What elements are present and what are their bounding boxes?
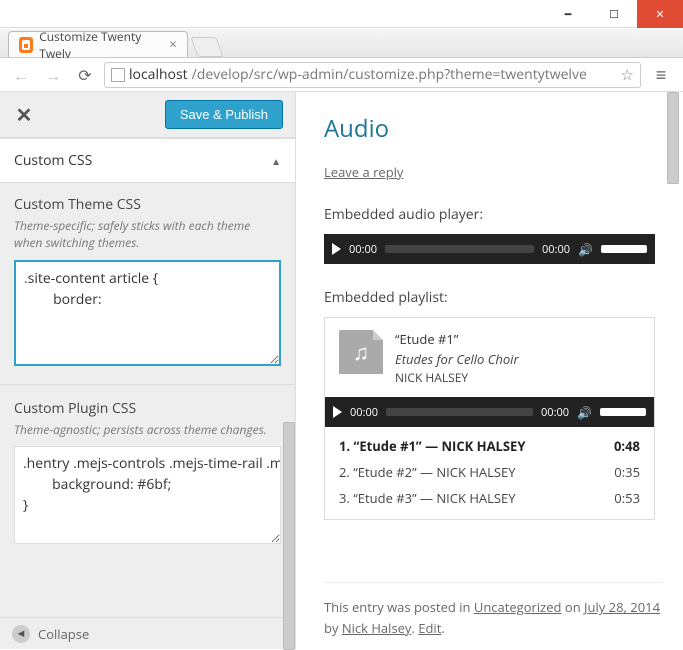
volume-slider[interactable]: [601, 245, 647, 253]
collapse-icon: ◄: [12, 625, 30, 643]
window-close-button[interactable]: ✕: [637, 0, 683, 28]
page-icon: [111, 68, 125, 82]
track-duration: 0:48: [614, 437, 640, 455]
post-title[interactable]: Audio: [324, 112, 655, 145]
volume-slider[interactable]: [600, 408, 646, 416]
collapse-label: Collapse: [38, 625, 89, 643]
browser-toolbar: ← → ⟳ localhost /develop/src/wp-admin/cu…: [0, 58, 683, 92]
track-list: 1. “Etude #1” — NICK HALSEY 0:48 2. “Etu…: [339, 433, 640, 511]
audio-progress-rail[interactable]: [385, 245, 534, 253]
author-link[interactable]: Nick Halsey: [342, 619, 412, 637]
leave-reply-link[interactable]: Leave a reply: [324, 163, 403, 181]
theme-css-textarea[interactable]: [14, 260, 281, 366]
current-track-artist: NICK HALSEY: [395, 369, 519, 387]
embedded-audio-label: Embedded audio player:: [324, 205, 655, 224]
post-meta: This entry was posted in Uncategorized o…: [324, 582, 663, 639]
url-path: /develop/src/wp-admin/customize.php?them…: [192, 65, 587, 84]
embedded-playlist-label: Embedded playlist:: [324, 288, 655, 307]
browser-tab-bar: Customize Twenty Twelv ×: [0, 28, 683, 58]
field-plugin-css-label: Custom Plugin CSS: [14, 399, 281, 418]
url-bar[interactable]: localhost /develop/src/wp-admin/customiz…: [104, 62, 641, 88]
browser-menu-button[interactable]: ≡: [647, 62, 675, 88]
category-link[interactable]: Uncategorized: [474, 598, 562, 616]
section-title-label: Custom CSS: [14, 151, 92, 170]
divider: [0, 384, 295, 385]
reload-button[interactable]: ⟳: [72, 62, 98, 88]
customizer-sidebar: ✕ Save & Publish Custom CSS ▲ Custom The…: [0, 92, 296, 649]
field-theme-css-desc: Theme-specific; safely sticks with each …: [14, 218, 281, 252]
bookmark-star-icon[interactable]: ☆: [621, 65, 634, 85]
tab-close-icon[interactable]: ×: [169, 35, 177, 54]
audio-time-current: 00:00: [350, 405, 378, 420]
current-track-album: Etudes for Cello Choir: [395, 350, 519, 370]
collapse-sidebar-button[interactable]: ◄ Collapse: [0, 617, 295, 649]
audio-time-duration: 00:00: [541, 405, 569, 420]
play-icon[interactable]: [332, 243, 341, 255]
playlist-meta: “Etude #1” Etudes for Cello Choir NICK H…: [395, 330, 519, 387]
playlist-header: ♫ “Etude #1” Etudes for Cello Choir NICK…: [339, 330, 640, 387]
section-custom-css[interactable]: Custom CSS ▲: [0, 138, 295, 183]
audio-time-current: 00:00: [349, 242, 377, 257]
playlist-box: ♫ “Etude #1” Etudes for Cello Choir NICK…: [324, 317, 655, 520]
browser-tab[interactable]: Customize Twenty Twelv ×: [8, 31, 188, 57]
sidebar-scrollbar[interactable]: [283, 422, 295, 650]
audio-progress-rail[interactable]: [386, 408, 533, 416]
window-maximize-button[interactable]: ☐: [591, 0, 637, 28]
volume-icon[interactable]: [578, 241, 593, 258]
date-link[interactable]: July 28, 2014: [584, 598, 660, 616]
playlist-audio-player[interactable]: 00:00 00:00: [325, 397, 654, 427]
tab-title: Customize Twenty Twelv: [39, 28, 161, 62]
close-customizer-button[interactable]: ✕: [12, 103, 36, 127]
back-button[interactable]: ←: [8, 62, 34, 88]
album-art-icon: ♫: [339, 330, 383, 374]
play-icon[interactable]: [333, 406, 342, 418]
customizer-header: ✕ Save & Publish: [0, 92, 295, 138]
audio-player[interactable]: 00:00 00:00: [324, 234, 655, 264]
field-theme-css-label: Custom Theme CSS: [14, 195, 281, 214]
forward-button[interactable]: →: [40, 62, 66, 88]
edit-link[interactable]: Edit: [418, 619, 441, 637]
field-plugin-css-desc: Theme-agnostic; persists across theme ch…: [14, 422, 281, 439]
track-item[interactable]: 3. “Etude #3” — NICK HALSEY 0:53: [339, 485, 640, 511]
preview-scrollbar[interactable]: [667, 92, 679, 184]
track-duration: 0:35: [614, 463, 640, 481]
window-titlebar: ━ ☐ ✕: [0, 0, 683, 28]
current-track-title: “Etude #1”: [395, 330, 519, 350]
favicon-icon: [19, 37, 33, 53]
volume-icon[interactable]: [577, 404, 592, 421]
caret-up-icon: ▲: [271, 154, 281, 168]
window-minimize-button[interactable]: ━: [545, 0, 591, 28]
track-item[interactable]: 1. “Etude #1” — NICK HALSEY 0:48: [339, 433, 640, 459]
track-item[interactable]: 2. “Etude #2” — NICK HALSEY 0:35: [339, 459, 640, 485]
preview-pane: Audio Leave a reply Embedded audio playe…: [296, 92, 683, 649]
url-host: localhost: [129, 65, 188, 84]
audio-time-duration: 00:00: [542, 242, 570, 257]
save-publish-button[interactable]: Save & Publish: [165, 100, 283, 129]
track-duration: 0:53: [614, 489, 640, 507]
new-tab-button[interactable]: [190, 37, 223, 57]
section-body: Custom Theme CSS Theme-specific; safely …: [0, 183, 295, 566]
plugin-css-textarea[interactable]: [14, 446, 281, 544]
